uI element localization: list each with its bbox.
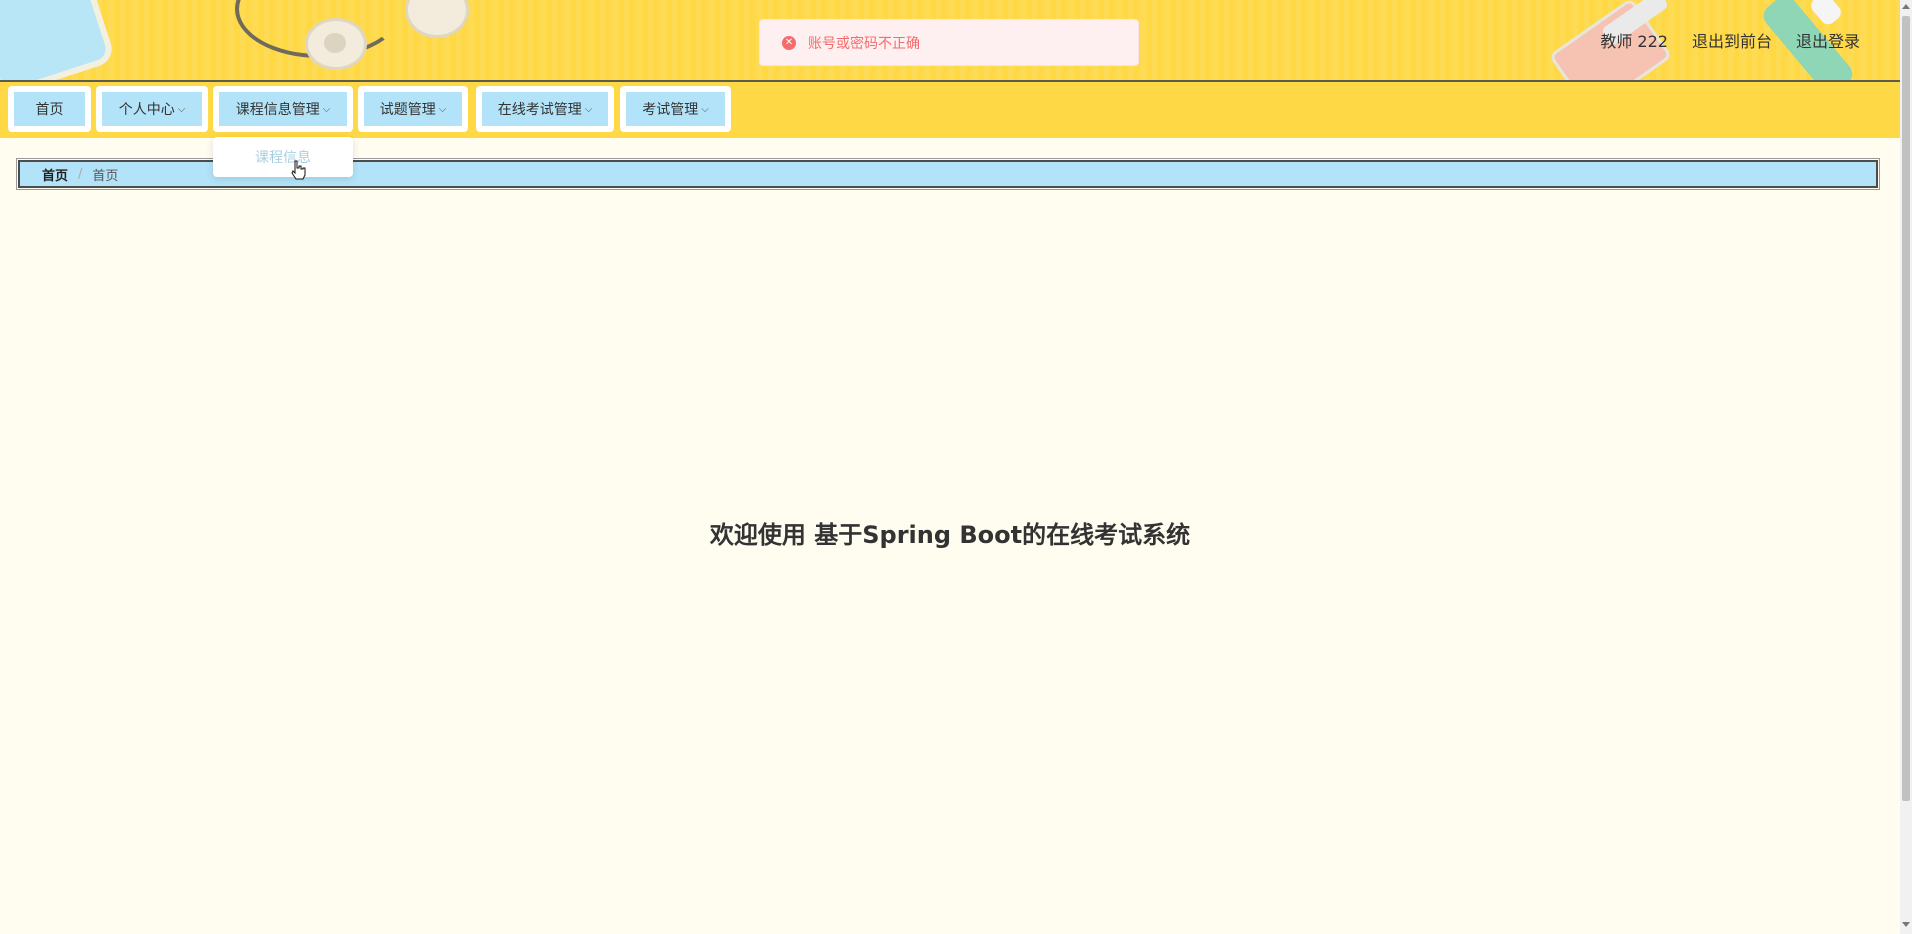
dropdown-item-course-info[interactable]: 课程信息 bbox=[221, 141, 345, 173]
page: 教师 222 退出到前台 退出登录 ✕ 账号或密码不正确 首页 个人中心 ⌵ 课程… bbox=[0, 0, 1912, 934]
vertical-scrollbar[interactable] bbox=[1900, 0, 1912, 934]
nav-item-label: 试题管理 bbox=[379, 102, 436, 118]
course-management-dropdown: 课程信息 bbox=[213, 137, 353, 177]
chevron-down-icon: ⌵ bbox=[177, 103, 186, 115]
back-to-frontend-link[interactable]: 退出到前台 bbox=[1692, 28, 1772, 52]
close-circle-icon: ✕ bbox=[782, 35, 796, 50]
chevron-down-icon: ⌵ bbox=[438, 103, 447, 115]
welcome-title: 欢迎使用 基于Spring Boot的在线考试系统 bbox=[709, 521, 1191, 549]
chevron-down-icon: ⌵ bbox=[322, 103, 331, 115]
nav-item-label: 首页 bbox=[35, 102, 64, 118]
top-nav: 首页 个人中心 ⌵ 课程信息管理 ⌵ 试题管理 ⌵ 在线考试管理 ⌵ 考试管理 ⌵ bbox=[0, 82, 1900, 138]
nav-item-home[interactable]: 首页 bbox=[8, 86, 91, 132]
scrollbar-thumb[interactable] bbox=[1902, 16, 1910, 801]
breadcrumb-home[interactable]: 首页 bbox=[42, 165, 68, 184]
toast-message: 账号或密码不正确 bbox=[808, 35, 920, 52]
hand-cursor-icon bbox=[291, 160, 306, 180]
breadcrumb-separator: / bbox=[78, 166, 83, 182]
nav-item-question-management[interactable]: 试题管理 ⌵ bbox=[358, 86, 468, 132]
nav-item-personal-center[interactable]: 个人中心 ⌵ bbox=[96, 86, 208, 132]
scroll-down-icon[interactable] bbox=[1902, 922, 1910, 927]
scroll-up-icon[interactable] bbox=[1902, 4, 1910, 9]
user-area: 教师 222 退出到前台 退出登录 bbox=[1600, 28, 1860, 52]
nav-item-label: 在线考试管理 bbox=[497, 102, 582, 118]
nav-item-course-management[interactable]: 课程信息管理 ⌵ bbox=[213, 86, 353, 132]
nav-item-label: 个人中心 bbox=[118, 102, 175, 118]
nav-item-exam-management[interactable]: 考试管理 ⌵ bbox=[620, 86, 731, 132]
breadcrumb-current: 首页 bbox=[92, 168, 119, 184]
error-toast: ✕ 账号或密码不正确 bbox=[759, 19, 1139, 66]
nav-item-label: 考试管理 bbox=[642, 102, 699, 118]
chevron-down-icon: ⌵ bbox=[701, 103, 709, 115]
logout-link[interactable]: 退出登录 bbox=[1796, 28, 1860, 52]
earbud-illustration bbox=[305, 18, 367, 70]
nav-item-online-exam-management[interactable]: 在线考试管理 ⌵ bbox=[476, 86, 614, 132]
nav-item-label: 课程信息管理 bbox=[235, 102, 320, 118]
user-name: 教师 222 bbox=[1600, 32, 1668, 51]
chevron-down-icon: ⌵ bbox=[584, 103, 593, 115]
